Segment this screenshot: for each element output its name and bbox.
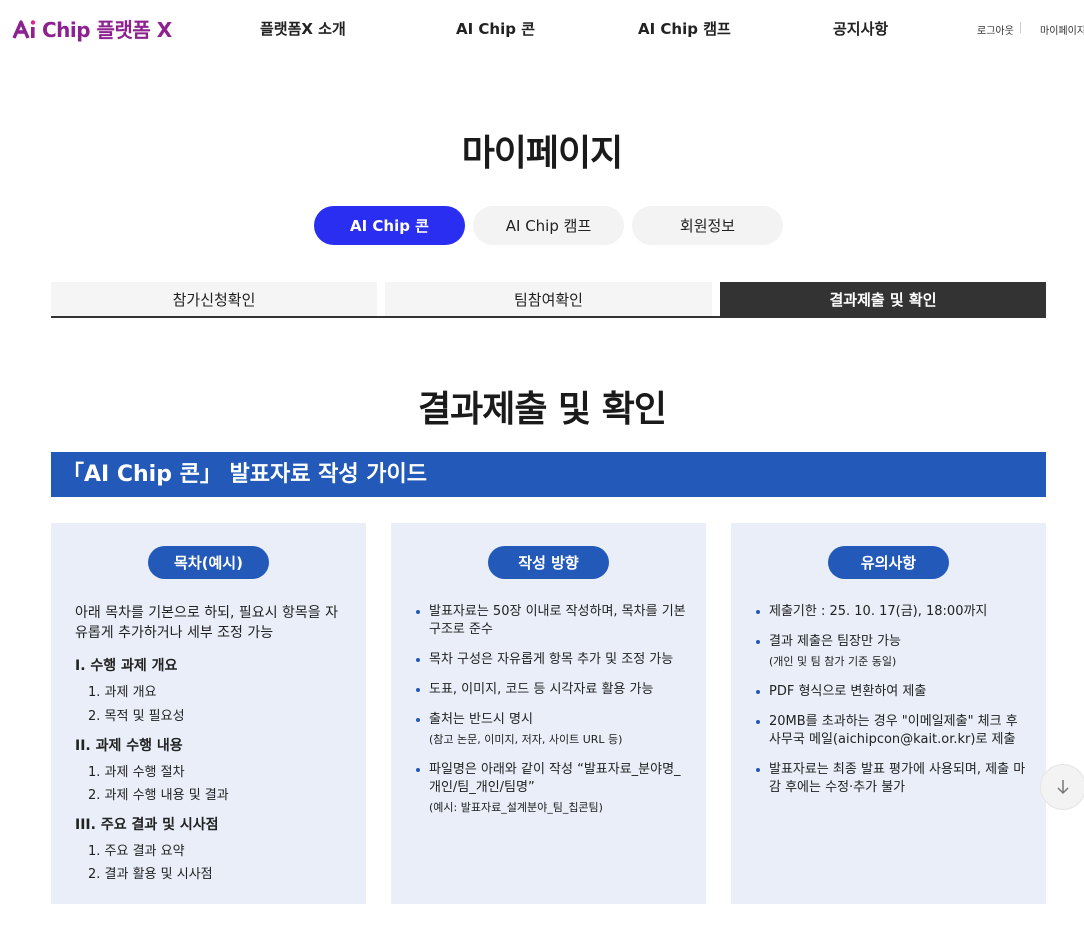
list-item: PDF 형식으로 변환하여 제출 xyxy=(755,683,1027,701)
guide-title-bar: 「AI Chip 콘」 발표자료 작성 가이드 xyxy=(51,452,1046,497)
subtab-application-check[interactable]: 참가신청확인 xyxy=(51,282,377,317)
arrow-down-icon xyxy=(1057,780,1069,795)
subtab-divider xyxy=(51,316,1046,318)
tab-member-info[interactable]: 회원정보 xyxy=(632,206,783,245)
page-title: 마이페이지 xyxy=(461,133,624,174)
logout-link[interactable]: 로그아웃 xyxy=(977,22,1014,37)
toc-heading: I. 수행 과제 개요 xyxy=(75,658,178,674)
site-logo[interactable]: Chip 플랫폼 X xyxy=(12,14,172,43)
card-badge: 작성 방향 xyxy=(488,546,609,579)
section-title: 결과제출 및 확인 xyxy=(418,389,667,430)
list-item-note: (예시: 발표자료_설계분야_팀_칩콘팀) xyxy=(429,801,603,814)
writing-direction-list: 발표자료는 50장 이내로 작성하며, 목차를 기본 구조로 준수 목차 구성은… xyxy=(415,603,687,829)
toc-item: 1. 과제 수행 절차 xyxy=(88,765,185,780)
list-item: 20MB를 초과하는 경우 "이메일제출" 체크 후 사무국 메일(aichip… xyxy=(755,713,1027,749)
logo-text: Chip 플랫폼 X xyxy=(42,18,172,42)
toc-item: 2. 목적 및 필요성 xyxy=(88,709,185,724)
toc-card: 목차(예시) 아래 목차를 기본으로 하되, 필요시 항목을 자유롭게 추가하거… xyxy=(51,523,366,904)
toc-item: 2. 과제 수행 내용 및 결과 xyxy=(88,788,229,803)
toc-intro: 아래 목차를 기본으로 하되, 필요시 항목을 자유롭게 추가하거나 세부 조정… xyxy=(75,605,338,641)
notes-card: 유의사항 제출기한 : 25. 10. 17(금), 18:00까지 결과 제출… xyxy=(731,523,1046,904)
site-header: Chip 플랫폼 X 플랫폼X 소개 AI Chip 콘 AI Chip 캠프 … xyxy=(0,0,1084,56)
toc-heading: III. 주요 결과 및 시사점 xyxy=(75,817,219,833)
list-item-text: 20MB를 초과하는 경우 "이메일제출" 체크 후 사무국 메일(aichip… xyxy=(769,714,1018,747)
list-item-text: 목차 구성은 자유롭게 항목 추가 및 조정 가능 xyxy=(429,652,674,667)
tab-ai-chip-camp[interactable]: AI Chip 캠프 xyxy=(473,206,624,245)
list-item-text: 출처는 반드시 명시 xyxy=(429,712,533,727)
toc-item: 1. 주요 결과 요약 xyxy=(88,844,185,859)
nav-platform-intro[interactable]: 플랫폼X 소개 xyxy=(260,18,346,39)
nav-notice[interactable]: 공지사항 xyxy=(833,18,888,39)
list-item-text: 발표자료는 50장 이내로 작성하며, 목차를 기본 구조로 준수 xyxy=(429,604,686,637)
list-item: 발표자료는 50장 이내로 작성하며, 목차를 기본 구조로 준수 xyxy=(415,603,687,639)
list-item-text: 파일명은 아래와 같이 작성 “발표자료_분야명_개인/팀_개인/팀명” xyxy=(429,762,681,795)
card-badge: 유의사항 xyxy=(828,546,949,579)
list-item: 제출기한 : 25. 10. 17(금), 18:00까지 xyxy=(755,603,1027,621)
nav-ai-chip-camp[interactable]: AI Chip 캠프 xyxy=(638,18,731,39)
notes-list: 제출기한 : 25. 10. 17(금), 18:00까지 결과 제출은 팀장만… xyxy=(755,603,1027,809)
subtab-team-participation[interactable]: 팀참여확인 xyxy=(385,282,712,317)
toc-item: 2. 결과 활용 및 시사점 xyxy=(88,867,213,882)
list-item: 파일명은 아래와 같이 작성 “발표자료_분야명_개인/팀_개인/팀명” (예시:… xyxy=(415,761,687,817)
list-item: 도표, 이미지, 코드 등 시각자료 활용 가능 xyxy=(415,681,687,699)
list-item-text: 발표자료는 최종 발표 평가에 사용되며, 제출 마감 후에는 수정·추가 불가 xyxy=(769,762,1026,795)
mypage-link[interactable]: 마이페이지 xyxy=(1040,22,1084,37)
list-item: 목차 구성은 자유롭게 항목 추가 및 조정 가능 xyxy=(415,651,687,669)
util-divider xyxy=(1020,22,1021,33)
toc-heading: II. 과제 수행 내용 xyxy=(75,738,183,754)
tab-ai-chip-con[interactable]: AI Chip 콘 xyxy=(314,206,465,245)
writing-direction-card: 작성 방향 발표자료는 50장 이내로 작성하며, 목차를 기본 구조로 준수 … xyxy=(391,523,706,904)
list-item-text: 결과 제출은 팀장만 가능 xyxy=(769,634,901,649)
ai-logo-mark-icon xyxy=(12,18,40,40)
list-item-note: (개인 및 팀 참가 기준 동일) xyxy=(769,655,897,668)
list-item-text: 제출기한 : 25. 10. 17(금), 18:00까지 xyxy=(769,604,988,619)
list-item: 발표자료는 최종 발표 평가에 사용되며, 제출 마감 후에는 수정·추가 불가 xyxy=(755,761,1027,797)
list-item-text: 도표, 이미지, 코드 등 시각자료 활용 가능 xyxy=(429,682,654,697)
nav-ai-chip-con[interactable]: AI Chip 콘 xyxy=(456,18,535,39)
scroll-down-button[interactable] xyxy=(1040,764,1084,810)
list-item-text: PDF 형식으로 변환하여 제출 xyxy=(769,684,927,699)
list-item-note: (참고 논문, 이미지, 저자, 사이트 URL 등) xyxy=(429,733,623,746)
toc-item: 1. 과제 개요 xyxy=(88,685,157,700)
list-item: 결과 제출은 팀장만 가능 (개인 및 팀 참가 기준 동일) xyxy=(755,633,1027,671)
subtab-result-submission[interactable]: 결과제출 및 확인 xyxy=(720,282,1046,317)
list-item: 출처는 반드시 명시 (참고 논문, 이미지, 저자, 사이트 URL 등) xyxy=(415,711,687,749)
card-badge: 목차(예시) xyxy=(148,546,269,579)
